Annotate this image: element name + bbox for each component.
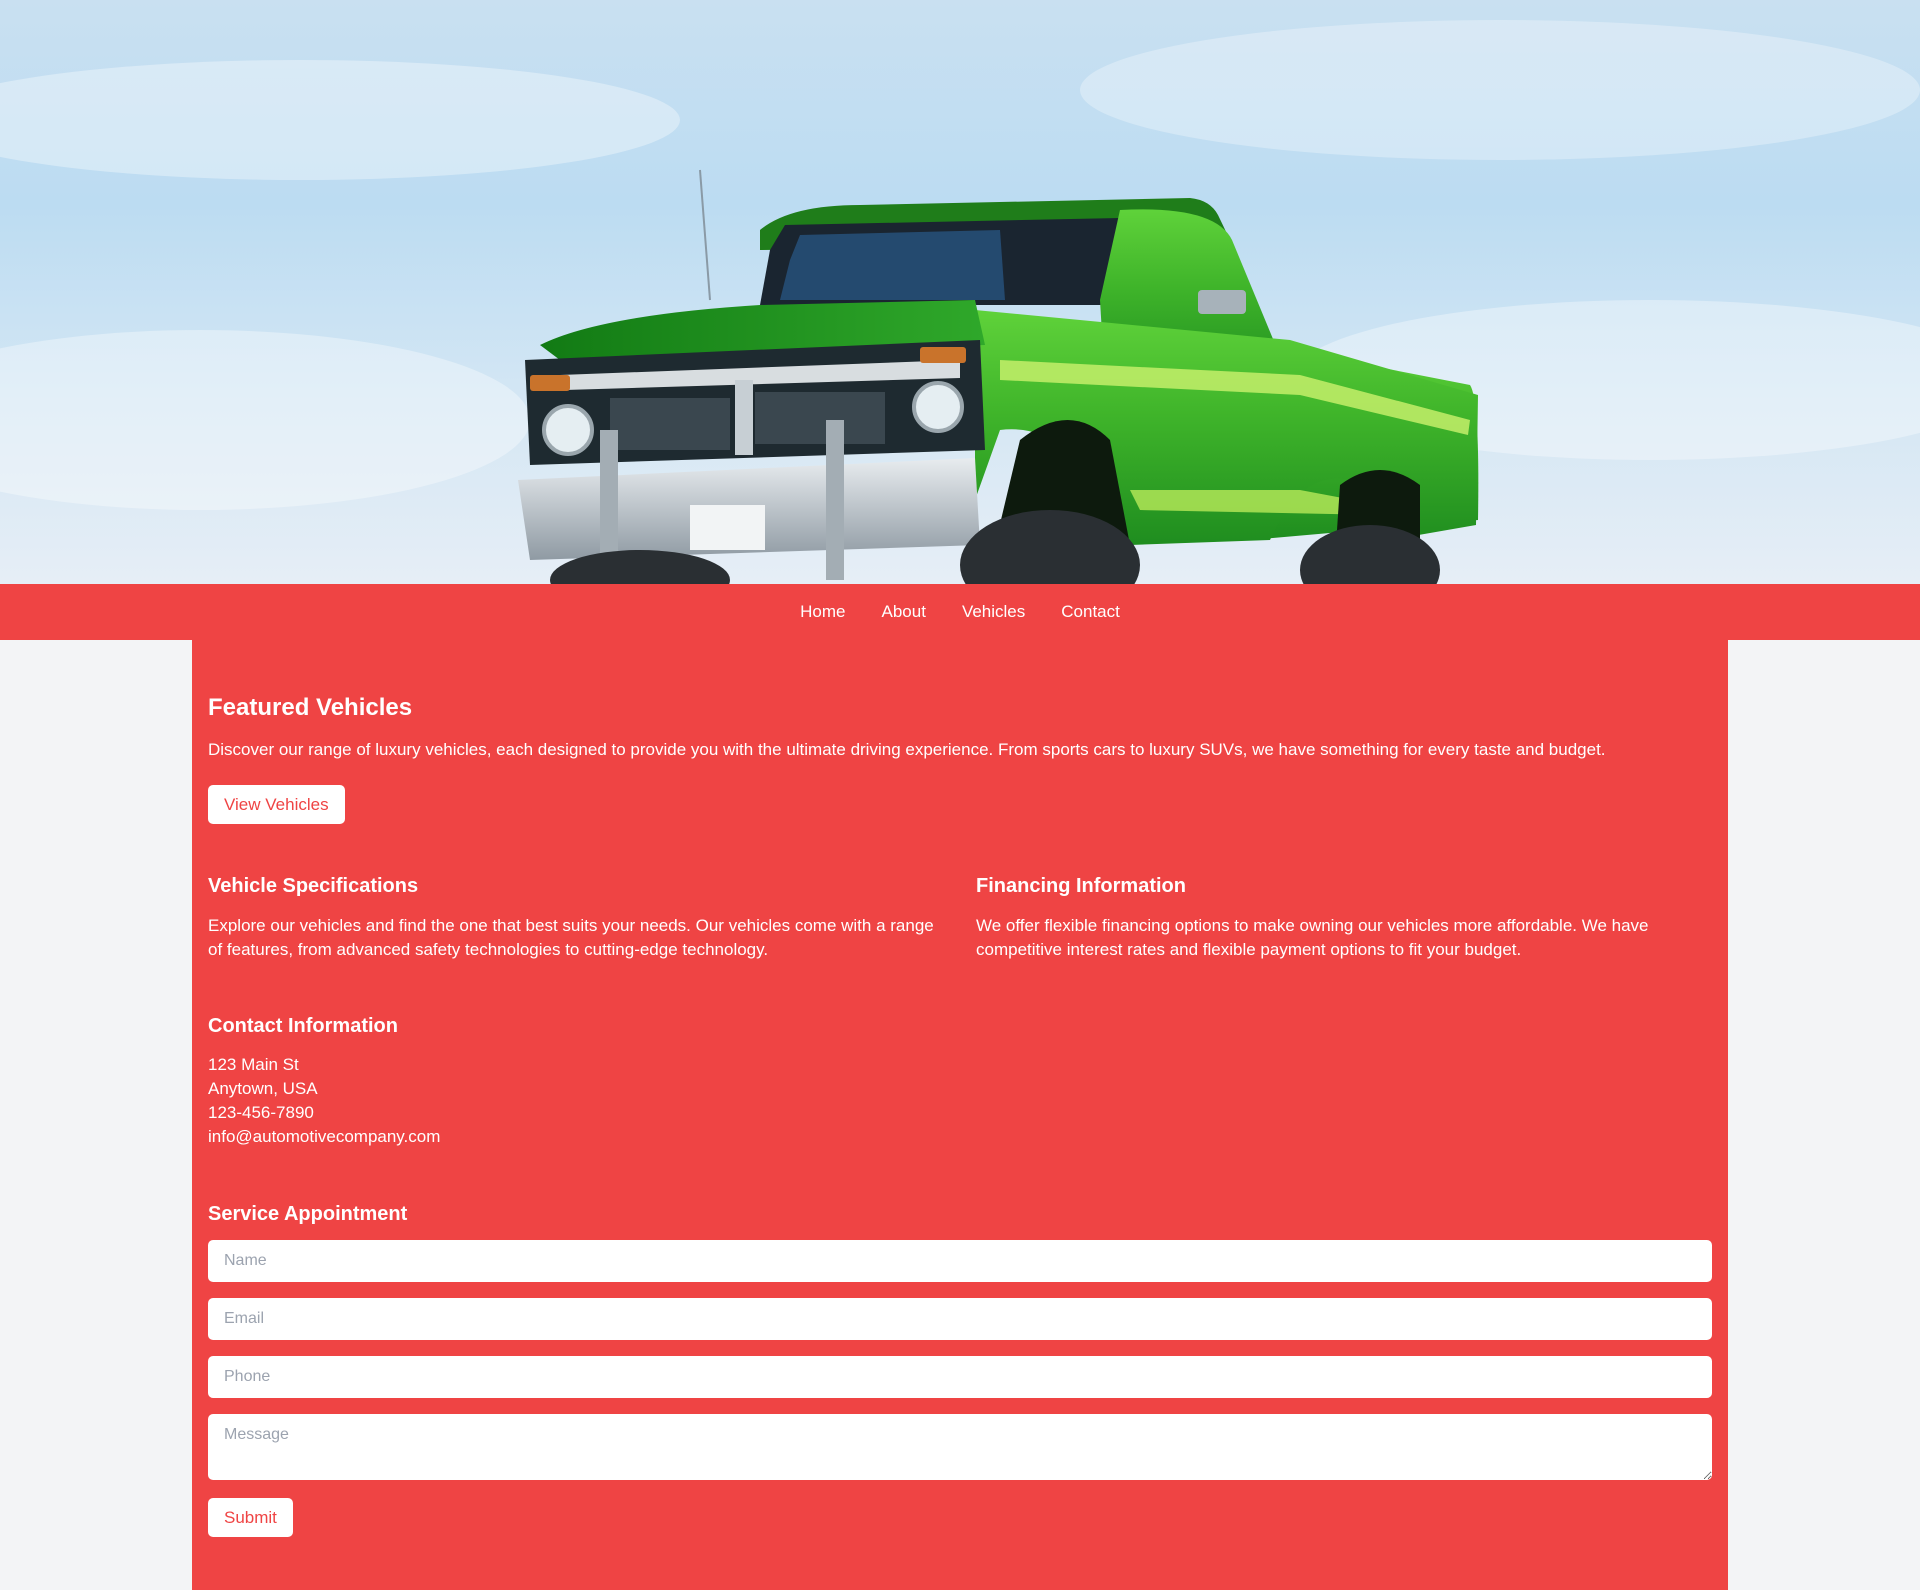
nav-home-link[interactable]: Home — [800, 602, 845, 622]
nav-about-link[interactable]: About — [882, 602, 926, 622]
financing-information-section: Financing Information We offer flexible … — [976, 874, 1712, 962]
phone-input[interactable] — [208, 1356, 1712, 1398]
main-content: Featured Vehicles Discover our range of … — [192, 640, 1728, 1590]
view-vehicles-button[interactable]: View Vehicles — [208, 785, 345, 824]
contact-phone: 123-456-7890 — [208, 1103, 314, 1122]
contact-information-heading: Contact Information — [208, 1015, 398, 1037]
nav-contact-link[interactable]: Contact — [1061, 602, 1120, 622]
email-input[interactable] — [208, 1298, 1712, 1340]
hero-banner — [0, 0, 1920, 584]
submit-button[interactable]: Submit — [208, 1498, 293, 1537]
service-appointment-section: Service Appointment Submit — [208, 1202, 1712, 1537]
financing-information-description: We offer flexible financing options to m… — [976, 916, 1649, 959]
main-nav: Home About Vehicles Contact — [0, 584, 1920, 640]
contact-email: info@automotivecompany.com — [208, 1127, 441, 1146]
contact-information-section: Contact Information 123 Main St Anytown,… — [208, 1014, 440, 1149]
vehicle-specifications-section: Vehicle Specifications Explore our vehic… — [208, 874, 944, 962]
featured-vehicles-heading: Featured Vehicles — [208, 694, 413, 721]
vehicle-specifications-description: Explore our vehicles and find the one th… — [208, 916, 934, 959]
message-textarea[interactable] — [208, 1414, 1712, 1480]
featured-vehicles-description: Discover our range of luxury vehicles, e… — [208, 740, 1606, 759]
truck-hero-image — [0, 20, 1920, 584]
vehicle-specifications-heading: Vehicle Specifications — [208, 875, 419, 897]
financing-information-heading: Financing Information — [976, 875, 1186, 897]
contact-address-line2: Anytown, USA — [208, 1079, 318, 1098]
contact-address-line1: 123 Main St — [208, 1055, 299, 1074]
service-appointment-heading: Service Appointment — [208, 1203, 408, 1225]
service-appointment-form: Submit — [208, 1240, 1712, 1537]
nav-vehicles-link[interactable]: Vehicles — [962, 602, 1025, 622]
name-input[interactable] — [208, 1240, 1712, 1282]
